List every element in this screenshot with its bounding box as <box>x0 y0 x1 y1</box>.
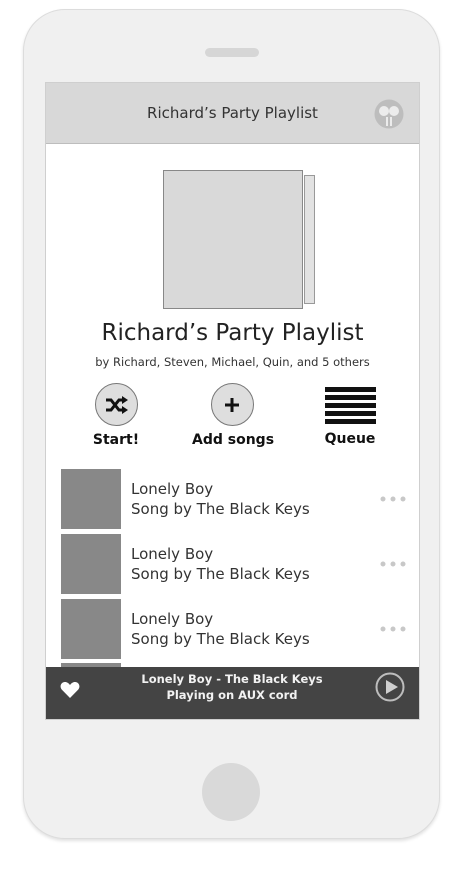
song-artist: Song by The Black Keys <box>131 630 310 648</box>
now-playing-title: Lonely Boy - The Black Keys <box>141 672 323 686</box>
queue-button[interactable]: Queue <box>322 383 378 447</box>
album-cover-stack <box>304 175 315 304</box>
song-title: Lonely Boy <box>131 480 214 498</box>
app-screen: Richard’s Party Playlist Richard’s Party… <box>45 82 420 720</box>
start-label: Start! <box>92 432 140 448</box>
play-icon[interactable] <box>375 672 405 702</box>
playlist-contributors: by Richard, Steven, Michael, Quin, and 5… <box>95 355 370 369</box>
song-artist: Song by The Black Keys <box>131 565 310 583</box>
face-avatar-icon[interactable] <box>374 99 404 129</box>
more-options-icon[interactable] <box>379 495 407 503</box>
phone-speaker <box>205 48 259 57</box>
shuffle-button[interactable] <box>94 383 138 426</box>
song-thumbnail <box>61 599 121 659</box>
more-options-icon[interactable] <box>379 560 407 568</box>
start-button[interactable]: Start! <box>92 383 140 448</box>
list-item[interactable]: Lonely Boy Song by The Black Keys <box>61 599 406 659</box>
plus-icon <box>225 397 239 412</box>
now-playing-status: Playing on AUX cord <box>166 688 298 702</box>
home-button[interactable] <box>202 763 260 821</box>
song-artist: Song by The Black Keys <box>131 500 310 518</box>
song-title: Lonely Boy <box>131 545 214 563</box>
queue-label: Queue <box>324 431 376 447</box>
song-thumbnail <box>61 534 121 594</box>
phone-frame: Richard’s Party Playlist Richard’s Party… <box>23 9 440 839</box>
song-title: Lonely Boy <box>131 610 214 628</box>
add-button[interactable] <box>210 383 254 426</box>
list-item[interactable]: Lonely Boy Song by The Black Keys <box>61 469 406 529</box>
list-item[interactable]: Lonely Boy Song by The Black Keys <box>61 534 406 594</box>
now-playing-bar[interactable]: Lonely Boy - The Black Keys Playing on A… <box>46 667 419 719</box>
shuffle-icon <box>106 395 128 414</box>
playlist-cover <box>163 170 303 309</box>
queue-list-icon <box>324 387 376 424</box>
more-options-icon[interactable] <box>379 625 407 633</box>
add-songs-label: Add songs <box>192 432 275 448</box>
top-bar: Richard’s Party Playlist <box>46 83 419 144</box>
add-songs-button[interactable]: Add songs <box>192 383 275 448</box>
heart-icon[interactable] <box>60 681 80 699</box>
header-title: Richard’s Party Playlist <box>147 104 318 122</box>
playlist-title: Richard’s Party Playlist <box>101 320 364 346</box>
song-thumbnail <box>61 469 121 529</box>
